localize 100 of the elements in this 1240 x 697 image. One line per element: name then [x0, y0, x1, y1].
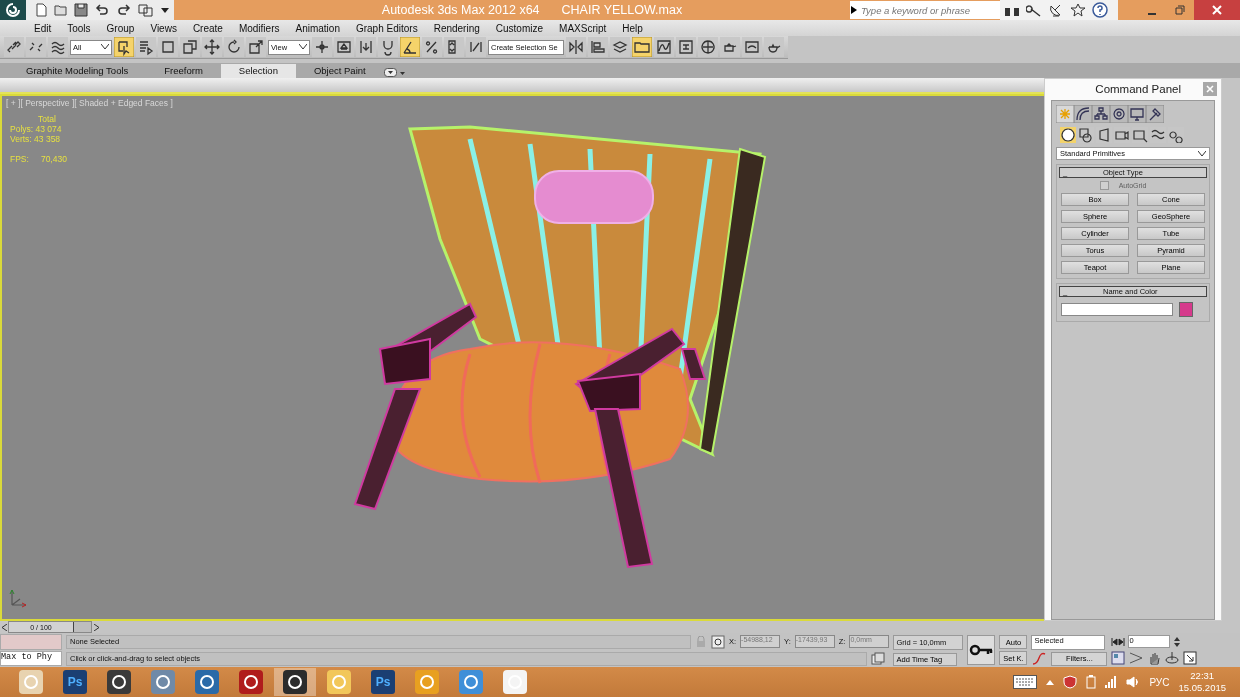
isolate-icon[interactable]	[871, 651, 885, 666]
spinner-icon[interactable]	[1173, 635, 1182, 648]
taskbar-app-button[interactable]	[274, 668, 316, 696]
new-file-icon[interactable]	[34, 3, 48, 17]
orbit-icon[interactable]	[1165, 651, 1180, 665]
search-field[interactable]: Type a keyword or phrase	[858, 1, 1000, 19]
battery-icon[interactable]	[1086, 675, 1097, 689]
monitor-icon[interactable]	[1128, 105, 1146, 123]
caret-down-icon	[101, 44, 109, 50]
mirror-icon[interactable]	[566, 37, 586, 57]
next-frame-button[interactable]	[92, 623, 100, 631]
rotate-icon[interactable]	[224, 37, 244, 57]
save-icon[interactable]	[74, 3, 88, 17]
magnet-icon[interactable]	[378, 37, 398, 57]
circle-motion-icon[interactable]	[1110, 105, 1128, 123]
fps-value: 70,430	[40, 154, 67, 164]
undo-icon[interactable]	[94, 3, 110, 17]
list-cursor-icon[interactable]	[136, 37, 156, 57]
dashed-square-icon[interactable]	[158, 37, 178, 57]
polygon-count: Polys: 43 074	[10, 124, 63, 134]
key-icon	[969, 644, 994, 656]
flashlight-icon[interactable]	[1096, 127, 1112, 143]
panel-title: Command Panel	[1095, 82, 1181, 95]
caret-up-icon[interactable]	[1046, 679, 1055, 685]
menu-item[interactable]: Create	[184, 22, 231, 34]
restore-icon	[1175, 5, 1185, 15]
ribbon-tab[interactable]: Freeform	[146, 64, 221, 78]
cursor-select-icon[interactable]	[114, 37, 134, 57]
fps-label: FPS:	[10, 154, 29, 164]
ribbon-tab[interactable]: Object Paint	[295, 64, 384, 78]
maximize-viewport-icon[interactable]	[1183, 651, 1198, 665]
close-button[interactable]	[1194, 0, 1240, 20]
app-title: Autodesk 3ds Max 2012 x64	[381, 3, 540, 17]
field-of-view-icon[interactable]	[1129, 651, 1144, 665]
menu-item[interactable]: Rendering	[425, 22, 488, 34]
menu-item[interactable]: Help	[614, 22, 651, 34]
broken-link-icon[interactable]	[26, 37, 46, 57]
name-field[interactable]	[1061, 303, 1173, 316]
move-arrows-icon[interactable]	[202, 37, 222, 57]
previous-frame-button[interactable]	[0, 623, 8, 631]
menu-item[interactable]: Edit	[26, 22, 60, 34]
wave-lines-icon[interactable]	[48, 37, 68, 57]
pan-hand-icon[interactable]	[1147, 651, 1162, 665]
caret-down-icon	[299, 44, 307, 50]
stats-heading: Total	[37, 114, 57, 124]
scale-box-icon[interactable]	[246, 37, 266, 57]
open-folder-icon[interactable]	[54, 3, 68, 17]
close-icon	[1212, 5, 1222, 15]
keyboard-icon[interactable]	[1013, 675, 1038, 689]
angle-snap-icon[interactable]	[400, 37, 420, 57]
taskbar-app-button[interactable]: Ps	[54, 668, 96, 696]
overlap-squares-icon[interactable]	[180, 37, 200, 57]
shield-icon[interactable]	[1063, 675, 1078, 689]
taskbar-app-button[interactable]: Ps	[362, 668, 404, 696]
transform-mode-icon[interactable]	[711, 634, 725, 649]
menu-item[interactable]: Customize	[487, 22, 552, 34]
help-icon[interactable]	[1092, 2, 1110, 18]
render-window-icon[interactable]	[742, 37, 762, 57]
ribbon-tab[interactable]: Selection	[220, 64, 296, 78]
menu-item[interactable]: Animation	[287, 22, 348, 34]
app-logo-icon[interactable]	[0, 0, 26, 20]
vertex-count: Verts: 43 358	[10, 134, 62, 144]
menu-item[interactable]: MAXScript	[551, 22, 615, 34]
menu-item[interactable]: Views	[142, 22, 185, 34]
chain-link-icon[interactable]	[4, 37, 24, 57]
minimize-icon	[1147, 13, 1157, 15]
file-name: CHAIR YELLOW.max	[561, 3, 683, 17]
photoshop-icon: Ps	[371, 670, 395, 694]
redo-icon[interactable]	[116, 3, 132, 17]
menu-item[interactable]: Modifiers	[230, 22, 288, 34]
schematic-icon[interactable]	[676, 37, 696, 57]
spinner-snap-icon[interactable]	[444, 37, 464, 57]
curve-graph-icon[interactable]	[654, 37, 674, 57]
color-swatch[interactable]	[1179, 302, 1193, 317]
layers-icon[interactable]	[610, 37, 630, 57]
pivot-nodes-icon[interactable]	[312, 37, 332, 57]
photoshop-icon: Ps	[63, 670, 87, 694]
menu-item[interactable]: Tools	[59, 22, 99, 34]
signal-bars-icon[interactable]	[1105, 675, 1118, 689]
tangent-curve-icon[interactable]	[1031, 651, 1048, 666]
go-to-start-icon[interactable]	[1111, 636, 1126, 647]
ribbon-options-icon[interactable]	[383, 68, 406, 78]
percent-snap-icon[interactable]	[422, 37, 442, 57]
hammer-icon[interactable]	[1146, 105, 1164, 123]
ribbon-tab[interactable]: Graphite Modeling Tools	[8, 64, 147, 78]
bent-curve-icon[interactable]	[1074, 105, 1092, 123]
menu-item[interactable]: Group	[98, 22, 143, 34]
star-icon[interactable]	[1070, 3, 1086, 17]
set-key-button[interactable]	[967, 635, 996, 665]
menu-item[interactable]: Graph Editors	[347, 22, 426, 34]
maxscript-field[interactable]: Max to Phy	[0, 651, 62, 666]
shapes-icon[interactable]	[1078, 127, 1094, 143]
material-sphere-icon[interactable]	[698, 37, 718, 57]
sphere-icon[interactable]	[1060, 127, 1076, 143]
caret-down-icon	[1198, 150, 1206, 157]
hierarchy-icon[interactable]	[1092, 105, 1110, 123]
align-icon[interactable]	[588, 37, 608, 57]
project-folder-icon[interactable]	[138, 3, 154, 17]
listener-field[interactable]	[0, 634, 62, 650]
key-icon[interactable]	[1026, 3, 1042, 17]
